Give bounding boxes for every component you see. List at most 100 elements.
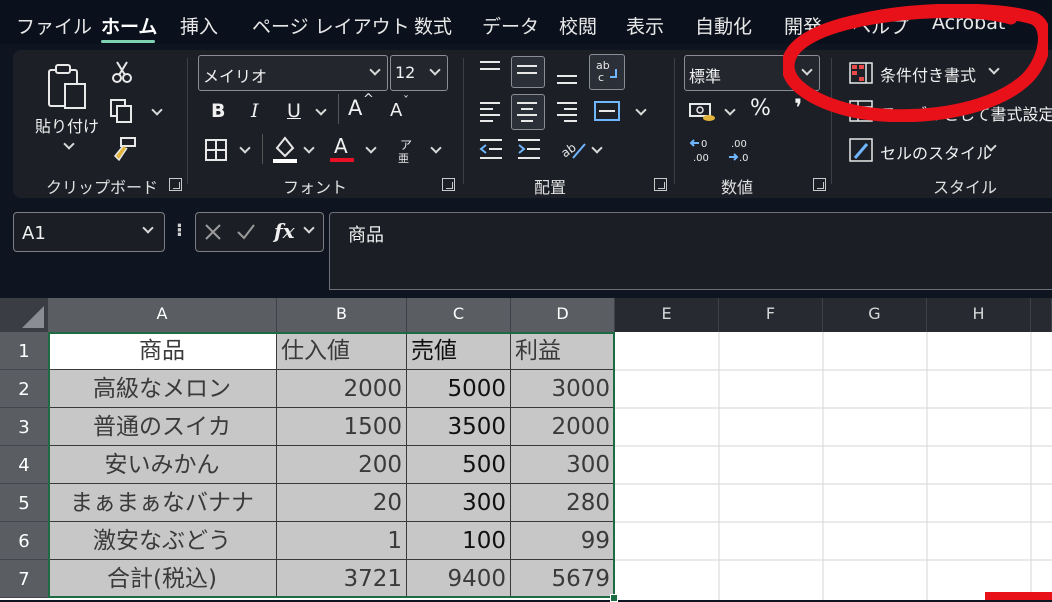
align-left-icon[interactable] xyxy=(479,100,501,126)
merge-chevron-icon[interactable] xyxy=(635,104,647,116)
copy-chevron-icon[interactable] xyxy=(151,104,163,116)
row-header[interactable]: 5 xyxy=(0,484,48,522)
more-options-icon[interactable]: ⁝ xyxy=(176,220,183,241)
italic-button[interactable]: I xyxy=(251,100,259,122)
borders-chevron-icon[interactable] xyxy=(239,142,251,154)
svg-text:0: 0 xyxy=(701,139,707,150)
row-header[interactable]: 7 xyxy=(0,560,48,598)
font-color-bar xyxy=(330,158,354,162)
copy-icon[interactable] xyxy=(109,98,135,128)
percent-button[interactable]: % xyxy=(750,96,771,121)
menu-home[interactable]: ホーム xyxy=(101,12,157,39)
grow-arrow-icon: ^ xyxy=(363,92,374,107)
clipboard-group-label: クリップボード xyxy=(46,178,159,197)
paste-chevron-icon[interactable] xyxy=(63,138,75,150)
decrease-decimal-icon[interactable]: .00.0 xyxy=(727,136,755,168)
cell-styles-icon[interactable] xyxy=(849,138,873,166)
bold-button[interactable]: B xyxy=(211,100,225,122)
name-box[interactable]: A1 xyxy=(13,212,165,252)
accounting-format-icon[interactable] xyxy=(689,100,717,128)
font-color-button[interactable]: A xyxy=(334,134,348,158)
insert-function-button[interactable]: fx xyxy=(274,219,295,243)
phonetic-chevron-icon[interactable] xyxy=(430,142,442,154)
shrink-arrow-icon: ˇ xyxy=(403,94,409,108)
fill-color-chevron-icon[interactable] xyxy=(303,142,315,154)
align-right-icon[interactable] xyxy=(556,100,578,126)
enter-icon[interactable] xyxy=(236,223,256,241)
svg-text:c: c xyxy=(598,71,604,84)
phonetic-base-icon: 亜 xyxy=(398,152,409,165)
format-painter-icon[interactable] xyxy=(111,136,137,166)
cut-icon[interactable] xyxy=(111,60,133,88)
svg-text:ab: ab xyxy=(559,140,579,160)
menu-page-layout[interactable]: ページ レイアウト xyxy=(252,12,410,39)
svg-text:.0: .0 xyxy=(739,153,749,164)
fill-color-icon[interactable] xyxy=(271,134,299,168)
group-divider xyxy=(187,58,188,184)
paste-label[interactable]: 貼り付け xyxy=(35,113,99,137)
align-middle-button[interactable] xyxy=(511,56,545,88)
merge-center-icon[interactable] xyxy=(594,98,620,128)
column-header-c[interactable]: C xyxy=(407,298,511,332)
alignment-launcher-icon[interactable] xyxy=(654,178,667,191)
name-box-value: A1 xyxy=(22,223,46,244)
borders-icon[interactable] xyxy=(204,138,228,166)
column-header-f[interactable]: F xyxy=(719,298,823,332)
column-header-e[interactable]: E xyxy=(615,298,719,332)
increase-indent-icon[interactable] xyxy=(517,138,541,164)
svg-text:.00: .00 xyxy=(731,139,747,150)
menu-file[interactable]: ファイル xyxy=(16,12,92,39)
styles-group-label: スタイル xyxy=(933,178,998,197)
fill-handle[interactable] xyxy=(610,594,618,602)
align-bottom-icon[interactable] xyxy=(556,68,578,90)
font-size-dropdown[interactable]: 12 xyxy=(390,55,448,91)
annotation-mark xyxy=(985,592,1052,600)
paste-icon[interactable] xyxy=(47,62,89,110)
row-header[interactable]: 4 xyxy=(0,446,48,484)
empty-grid xyxy=(615,332,1052,600)
menu-insert[interactable]: 挿入 xyxy=(180,12,218,39)
selection-range xyxy=(48,332,615,598)
wrap-text-button[interactable]: ab c xyxy=(589,54,625,90)
row-header[interactable]: 3 xyxy=(0,408,48,446)
underline-chevron-icon[interactable] xyxy=(315,104,327,116)
column-header-h[interactable]: H xyxy=(927,298,1031,332)
column-header-a[interactable]: A xyxy=(48,298,277,332)
menu-review[interactable]: 校閲 xyxy=(559,12,597,39)
decrease-indent-icon[interactable] xyxy=(479,138,503,164)
accounting-chevron-icon[interactable] xyxy=(724,104,736,116)
clipboard-launcher-icon[interactable] xyxy=(169,178,182,191)
font-name-value: メイリオ xyxy=(203,67,268,86)
alignment-group-label: 配置 xyxy=(534,178,567,197)
cell-styles-button[interactable]: セルのスタイル xyxy=(880,140,992,164)
worksheet-grid: A B C D E F G H 1 2 3 4 5 6 7 商品 仕入値 売値 … xyxy=(0,298,1052,602)
orientation-icon[interactable]: ab xyxy=(558,136,587,166)
select-all-corner[interactable] xyxy=(0,298,48,332)
number-launcher-icon[interactable] xyxy=(813,178,826,191)
underline-button[interactable]: U xyxy=(287,100,301,122)
formula-input[interactable]: 商品 xyxy=(329,212,1052,290)
column-header-next[interactable] xyxy=(1031,298,1052,332)
chevron-down-icon xyxy=(303,222,315,234)
column-header-b[interactable]: B xyxy=(277,298,407,332)
column-header-g[interactable]: G xyxy=(823,298,927,332)
increase-decimal-icon[interactable]: 0.00 xyxy=(689,136,717,168)
column-header-d[interactable]: D xyxy=(511,298,615,332)
orientation-chevron-icon[interactable] xyxy=(591,142,603,154)
font-launcher-icon[interactable] xyxy=(442,178,455,191)
font-name-dropdown[interactable]: メイリオ xyxy=(198,55,388,91)
menu-automate[interactable]: 自動化 xyxy=(695,12,752,39)
font-color-chevron-icon[interactable] xyxy=(365,142,377,154)
menu-data[interactable]: データ xyxy=(482,12,539,39)
menu-view[interactable]: 表示 xyxy=(626,12,664,39)
row-header[interactable]: 6 xyxy=(0,522,48,560)
align-top-icon[interactable] xyxy=(479,60,501,82)
align-center-button[interactable] xyxy=(511,94,545,130)
row-header[interactable]: 2 xyxy=(0,370,48,408)
row-header[interactable]: 1 xyxy=(0,332,48,370)
formula-value: 商品 xyxy=(348,225,384,246)
shrink-font-button[interactable]: A xyxy=(390,100,402,121)
cancel-icon[interactable] xyxy=(204,223,222,241)
grow-font-button[interactable]: A xyxy=(348,96,362,120)
menu-formulas[interactable]: 数式 xyxy=(414,12,452,39)
